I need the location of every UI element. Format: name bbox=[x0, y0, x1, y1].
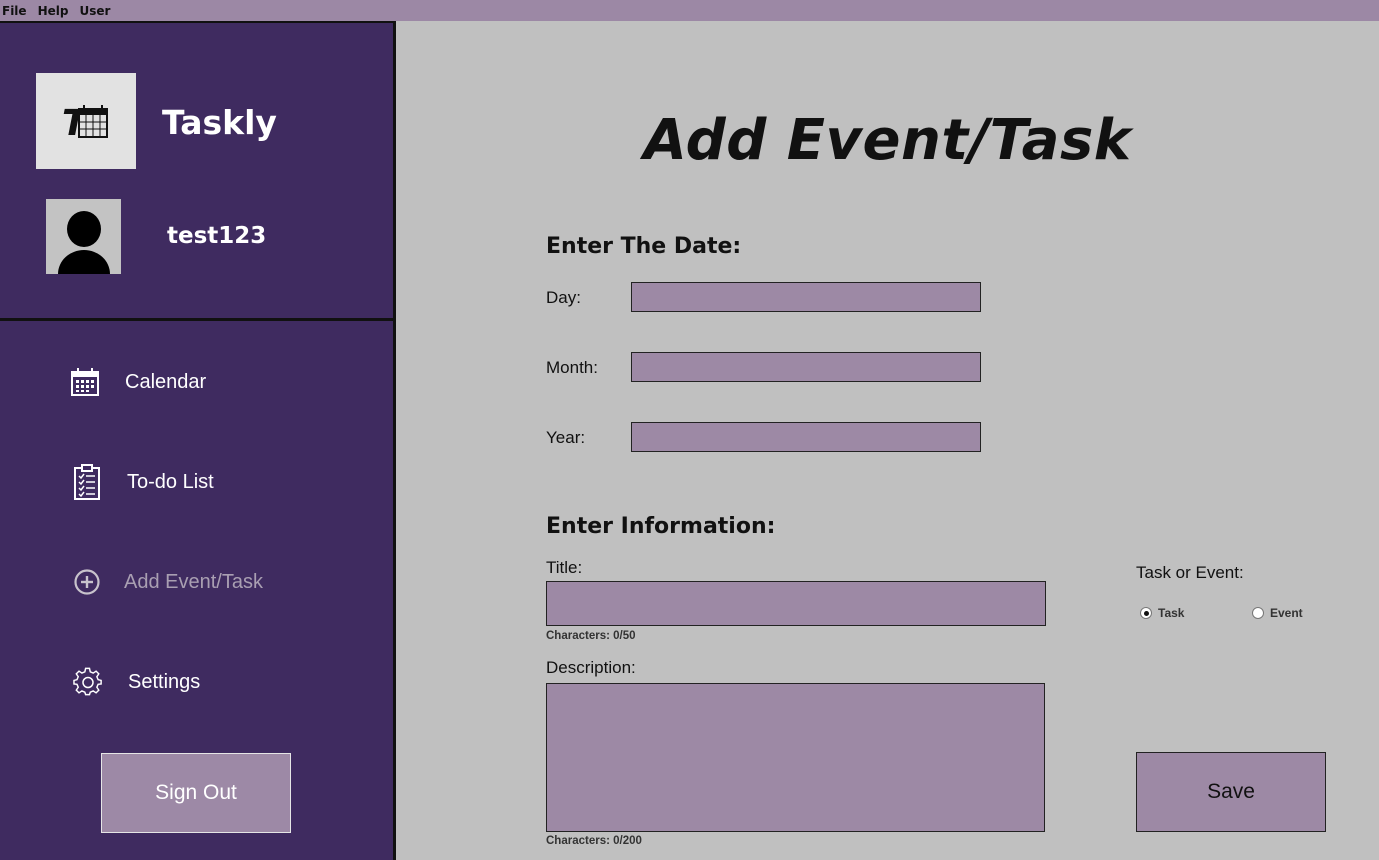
avatar bbox=[46, 199, 121, 274]
save-button[interactable]: Save bbox=[1136, 752, 1326, 832]
sidebar-item-label: Add Event/Task bbox=[124, 570, 263, 593]
month-label: Month: bbox=[546, 358, 598, 377]
sidebar-item-settings[interactable]: Settings bbox=[0, 652, 393, 712]
radio-indicator bbox=[1140, 607, 1152, 619]
sign-out-button[interactable]: Sign Out bbox=[101, 753, 291, 833]
menu-file[interactable]: File bbox=[2, 4, 27, 18]
clipboard-checklist-icon bbox=[74, 464, 100, 500]
event-radio-label: Event bbox=[1270, 606, 1303, 620]
plus-circle-icon bbox=[74, 569, 100, 595]
task-radio[interactable]: Task bbox=[1140, 606, 1184, 620]
app-name: Taskly bbox=[162, 103, 277, 142]
title-char-counter: Characters: 0/50 bbox=[546, 630, 636, 642]
description-char-counter: Characters: 0/200 bbox=[546, 835, 642, 847]
year-label: Year: bbox=[546, 428, 586, 447]
title-label: Title: bbox=[546, 558, 583, 577]
info-section-heading: Enter Information: bbox=[546, 514, 776, 539]
sidebar-item-label: Calendar bbox=[125, 370, 207, 393]
sidebar-item-calendar[interactable]: Calendar bbox=[0, 352, 393, 412]
sidebar: T Taskly test123 Calendar To-do List Add… bbox=[0, 21, 396, 860]
sidebar-item-label: To-do List bbox=[127, 470, 214, 493]
username: test123 bbox=[167, 223, 267, 249]
user-silhouette-icon bbox=[58, 211, 110, 274]
menu-help[interactable]: Help bbox=[38, 4, 69, 18]
page-title: Add Event/Task bbox=[643, 108, 1132, 173]
event-radio[interactable]: Event bbox=[1252, 606, 1303, 620]
description-input[interactable] bbox=[546, 683, 1045, 832]
description-label: Description: bbox=[546, 658, 636, 677]
task-radio-label: Task bbox=[1158, 606, 1185, 620]
sidebar-item-add-event[interactable]: Add Event/Task bbox=[0, 552, 393, 612]
profile-panel: T Taskly test123 bbox=[0, 23, 393, 321]
gear-icon bbox=[73, 667, 102, 696]
app-logo: T bbox=[36, 73, 136, 169]
title-input[interactable] bbox=[546, 581, 1046, 626]
type-label: Task or Event: bbox=[1136, 563, 1244, 582]
menu-user[interactable]: User bbox=[79, 4, 110, 18]
menu-bar: File Help User bbox=[0, 0, 1379, 21]
sidebar-item-label: Settings bbox=[128, 670, 201, 693]
taskly-logo-icon: T bbox=[62, 103, 108, 141]
calendar-icon bbox=[71, 368, 99, 396]
date-section-heading: Enter The Date: bbox=[546, 234, 742, 259]
day-label: Day: bbox=[546, 288, 581, 307]
year-input[interactable] bbox=[631, 422, 981, 452]
day-input[interactable] bbox=[631, 282, 981, 312]
sidebar-item-todo[interactable]: To-do List bbox=[0, 452, 393, 512]
month-input[interactable] bbox=[631, 352, 981, 382]
radio-indicator bbox=[1252, 607, 1264, 619]
